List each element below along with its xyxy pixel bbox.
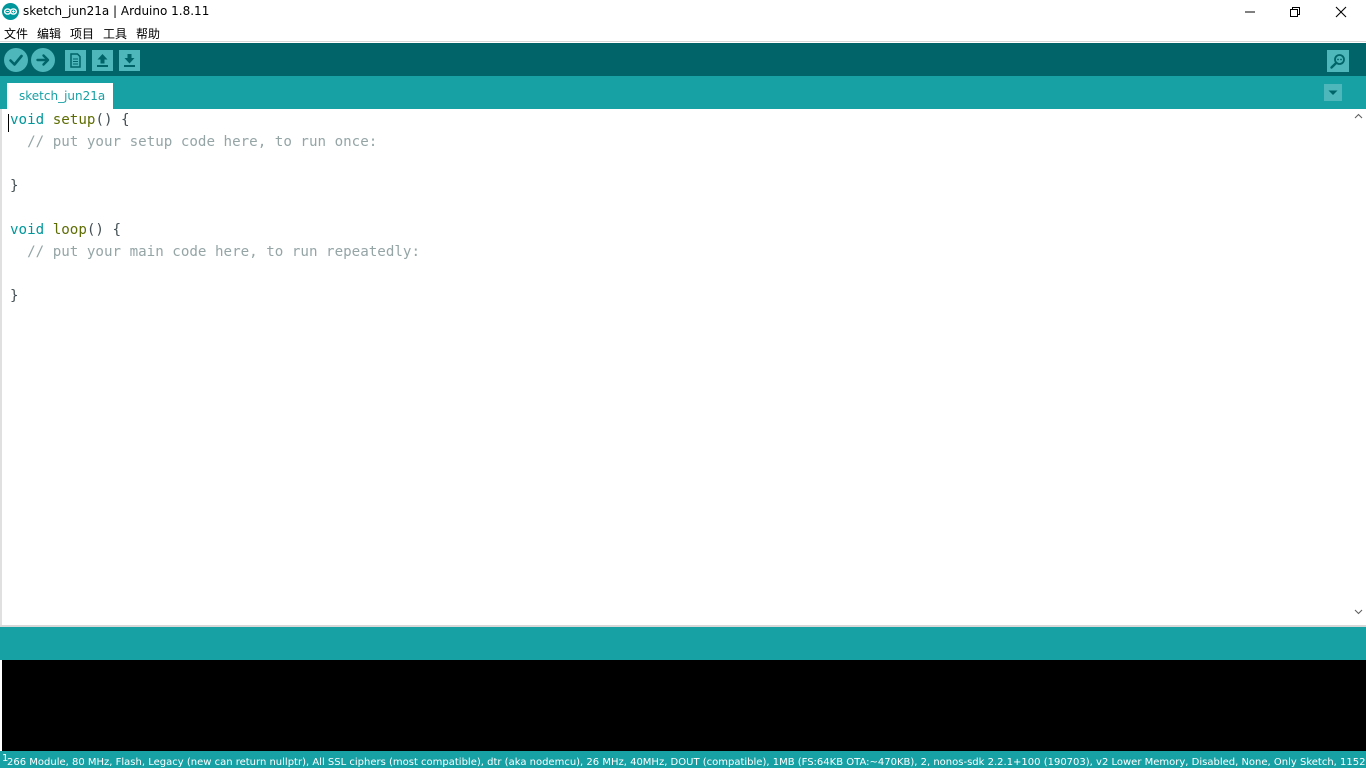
code-token-func: loop	[52, 222, 87, 238]
board-info: 266 Module, 80 MHz, Flash, Legacy (new c…	[7, 757, 1366, 768]
code-line: }	[10, 178, 19, 200]
tab-menu-icon	[1328, 90, 1338, 95]
menu-tools[interactable]: 工具	[103, 25, 127, 42]
restore-icon	[1290, 7, 1300, 17]
code-token: }	[10, 288, 19, 304]
code-token-func: setup	[52, 112, 96, 128]
code-token-comment: // put your setup code here, to run once…	[10, 134, 378, 150]
menu-sketch[interactable]: 项目	[70, 25, 94, 42]
output-console[interactable]	[2, 660, 1366, 751]
tab-bar: sketch_jun21a	[0, 76, 1366, 109]
message-area	[0, 627, 1366, 660]
minimize-button[interactable]	[1227, 0, 1273, 24]
serial-monitor-icon	[1330, 54, 1345, 69]
menu-file[interactable]: 文件	[4, 25, 28, 42]
upload-button[interactable]	[31, 48, 55, 72]
open-icon	[97, 54, 108, 67]
code-line: void setup() {	[10, 112, 130, 134]
window-title: sketch_jun21a | Arduino 1.8.11	[23, 4, 210, 18]
menu-help[interactable]: 帮助	[136, 25, 160, 42]
upload-icon	[36, 54, 50, 66]
scroll-up-icon	[1354, 113, 1363, 119]
code-token: }	[10, 178, 19, 194]
tab-label: sketch_jun21a	[19, 89, 106, 103]
scroll-down-icon	[1354, 609, 1363, 615]
code-line: // put your main code here, to run repea…	[10, 244, 420, 266]
code-token: () {	[95, 112, 130, 128]
code-line: void loop() {	[10, 222, 121, 244]
code-token-type: void	[10, 222, 45, 238]
save-button[interactable]	[119, 50, 140, 71]
code-line: // put your setup code here, to run once…	[10, 134, 377, 156]
serial-monitor-button[interactable]	[1327, 50, 1349, 72]
close-icon	[1335, 6, 1347, 18]
verify-button[interactable]	[4, 48, 28, 72]
menu-edit[interactable]: 编辑	[37, 25, 61, 42]
code-editor[interactable]: void setup() { // put your setup code he…	[0, 109, 1350, 625]
editor-scrollbar[interactable]	[1350, 109, 1366, 625]
verify-icon	[9, 54, 23, 66]
code-token-type: void	[10, 112, 45, 128]
code-line: }	[10, 288, 19, 310]
restore-button[interactable]	[1272, 0, 1318, 24]
minimize-icon	[1245, 11, 1255, 13]
close-button[interactable]	[1318, 0, 1364, 24]
board-status-bar: 1 266 Module, 80 MHz, Flash, Legacy (new…	[0, 751, 1366, 768]
tab-menu-button[interactable]	[1324, 84, 1342, 101]
menu-bar: 文件 编辑 项目 工具 帮助	[0, 24, 1366, 42]
new-icon	[70, 53, 81, 68]
tab-sketch[interactable]: sketch_jun21a	[7, 83, 113, 109]
toolbar	[0, 43, 1366, 76]
code-token-comment: // put your main code here, to run repea…	[10, 244, 420, 260]
title-bar: sketch_jun21a | Arduino 1.8.11	[0, 0, 1366, 24]
save-icon	[124, 54, 135, 67]
open-button[interactable]	[92, 50, 113, 71]
code-token: () {	[86, 222, 122, 238]
arduino-logo-icon	[2, 3, 19, 20]
new-button[interactable]	[65, 50, 86, 71]
text-caret	[8, 114, 9, 132]
